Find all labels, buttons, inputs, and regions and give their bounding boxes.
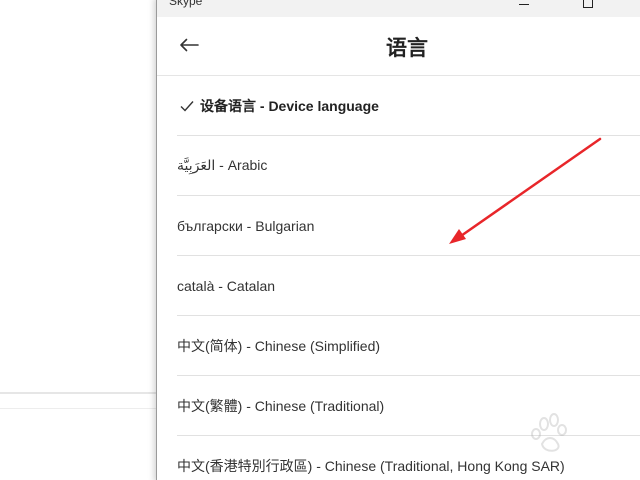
baidu-watermark (531, 413, 567, 452)
language-item-device[interactable]: 设备语言 - Device language (177, 76, 640, 136)
maximize-icon (583, 0, 593, 8)
minimize-icon (519, 4, 529, 5)
language-item-arabic[interactable]: العَرَبِيَّة - Arabic (177, 136, 640, 196)
page-title: 语言 (386, 37, 428, 60)
page-header: 语言 (157, 17, 640, 76)
title-bar[interactable]: Skype (157, 0, 640, 17)
language-item-chinese-simplified[interactable]: 中文(简体) - Chinese (Simplified) (177, 316, 640, 376)
maximize-button[interactable] (565, 0, 611, 17)
background-divider (0, 408, 156, 409)
minimize-button[interactable] (501, 0, 547, 17)
language-item-bulgarian[interactable]: български - Bulgarian (177, 196, 640, 256)
checkmark-icon (180, 100, 194, 112)
app-name: Skype (169, 0, 203, 8)
language-label: 设备语言 - Device language (200, 97, 379, 114)
background-app-window (0, 0, 156, 480)
background-divider (0, 392, 156, 394)
language-label: 中文(繁體) - Chinese (Traditional) (177, 397, 385, 414)
language-label: العَرَبِيَّة - Arabic (177, 157, 268, 173)
language-label: català - Catalan (177, 277, 276, 294)
language-item-catalan[interactable]: català - Catalan (177, 256, 640, 316)
language-label: български - Bulgarian (177, 217, 315, 234)
language-label: 中文(简体) - Chinese (Simplified) (177, 337, 381, 354)
screen: Skype 语言 设备语言 - Device language العَرَبِ… (0, 0, 640, 480)
